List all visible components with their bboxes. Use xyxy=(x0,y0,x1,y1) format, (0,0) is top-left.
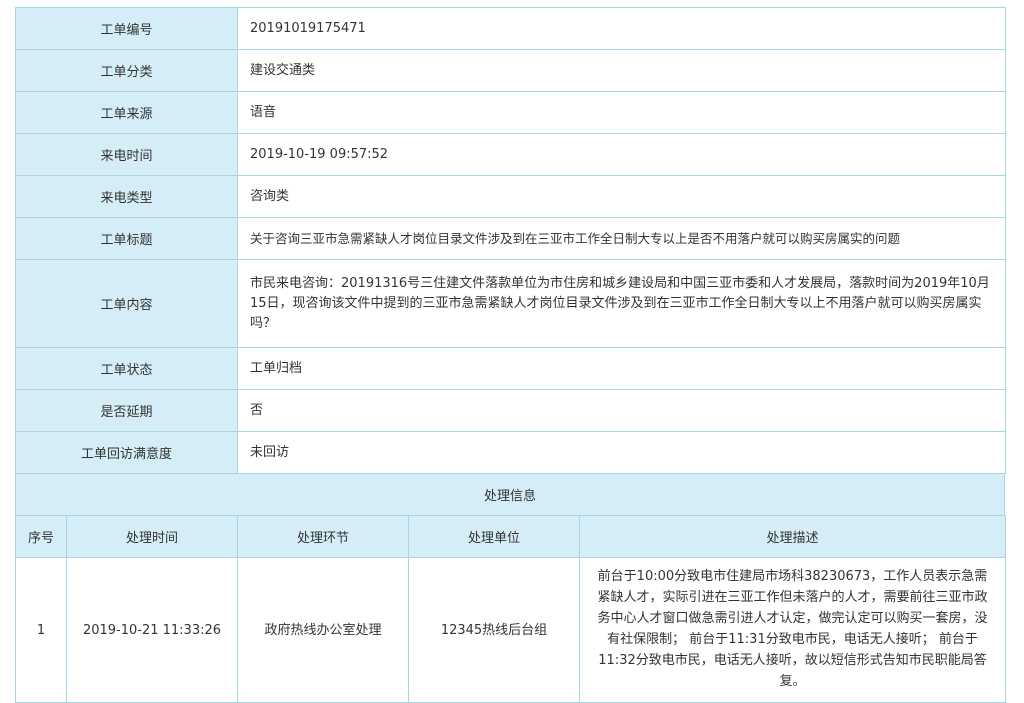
process-description: 前台于10:00分致电市住建局市场科38230673，工作人员表示急需紧缺人才，… xyxy=(579,557,1006,703)
process-section-header: 处理信息 xyxy=(15,473,1005,516)
process-time: 2019-10-21 11:33:26 xyxy=(66,557,238,703)
info-row-status: 工单状态 工单归档 xyxy=(15,347,1006,390)
source-value: 语音 xyxy=(237,91,1006,134)
work-order-detail: 工单编号 20191019175471 工单分类 建设交通类 工单来源 语音 来… xyxy=(15,7,1006,703)
header-step: 处理环节 xyxy=(237,515,409,558)
satisfaction-label: 工单回访满意度 xyxy=(15,431,238,474)
content-value: 市民来电咨询：20191316号三住建文件落款单位为市住房和城乡建设局和中国三亚… xyxy=(237,259,1006,348)
content-label: 工单内容 xyxy=(15,259,238,348)
order-number-label: 工单编号 xyxy=(15,7,238,50)
extended-label: 是否延期 xyxy=(15,389,238,432)
title-value: 关于咨询三亚市急需紧缺人才岗位目录文件涉及到在三亚市工作全日制大专以上是否不用落… xyxy=(237,217,1006,260)
extended-value: 否 xyxy=(237,389,1006,432)
process-table: 序号 处理时间 处理环节 处理单位 处理描述 1 2019-10-21 11:3… xyxy=(15,515,1006,703)
call-time-value: 2019-10-19 09:57:52 xyxy=(237,133,1006,176)
info-row-title: 工单标题 关于咨询三亚市急需紧缺人才岗位目录文件涉及到在三亚市工作全日制大专以上… xyxy=(15,217,1006,260)
info-row-source: 工单来源 语音 xyxy=(15,91,1006,134)
info-row-satisfaction: 工单回访满意度 未回访 xyxy=(15,431,1006,474)
process-unit: 12345热线后台组 xyxy=(408,557,580,703)
title-label: 工单标题 xyxy=(15,217,238,260)
info-row-content: 工单内容 市民来电咨询：20191316号三住建文件落款单位为市住房和城乡建设局… xyxy=(15,259,1006,348)
process-index: 1 xyxy=(15,557,67,703)
header-index: 序号 xyxy=(15,515,67,558)
status-value: 工单归档 xyxy=(237,347,1006,390)
satisfaction-value: 未回访 xyxy=(237,431,1006,474)
call-time-label: 来电时间 xyxy=(15,133,238,176)
order-number-value: 20191019175471 xyxy=(237,7,1006,50)
info-row-extended: 是否延期 否 xyxy=(15,389,1006,432)
source-label: 工单来源 xyxy=(15,91,238,134)
header-description: 处理描述 xyxy=(579,515,1006,558)
call-type-value: 咨询类 xyxy=(237,175,1006,218)
process-section-title: 处理信息 xyxy=(15,473,1005,516)
status-label: 工单状态 xyxy=(15,347,238,390)
table-row: 1 2019-10-21 11:33:26 政府热线办公室处理 12345热线后… xyxy=(15,557,1006,703)
info-row-order-number: 工单编号 20191019175471 xyxy=(15,7,1006,50)
info-row-call-time: 来电时间 2019-10-19 09:57:52 xyxy=(15,133,1006,176)
info-row-category: 工单分类 建设交通类 xyxy=(15,49,1006,92)
call-type-label: 来电类型 xyxy=(15,175,238,218)
process-header-row: 序号 处理时间 处理环节 处理单位 处理描述 xyxy=(15,515,1006,558)
info-row-call-type: 来电类型 咨询类 xyxy=(15,175,1006,218)
process-step: 政府热线办公室处理 xyxy=(237,557,409,703)
work-order-info-table: 工单编号 20191019175471 工单分类 建设交通类 工单来源 语音 来… xyxy=(15,7,1006,474)
category-label: 工单分类 xyxy=(15,49,238,92)
header-time: 处理时间 xyxy=(66,515,238,558)
header-unit: 处理单位 xyxy=(408,515,580,558)
category-value: 建设交通类 xyxy=(237,49,1006,92)
